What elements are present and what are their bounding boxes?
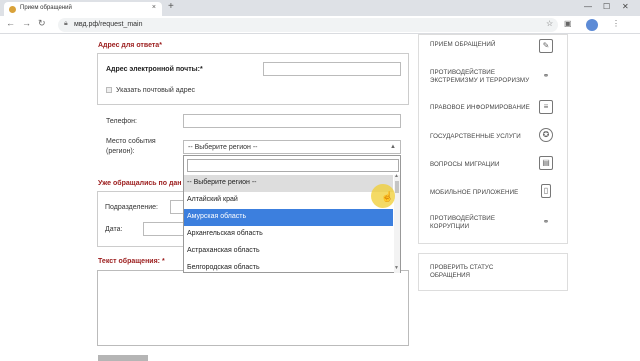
reply-address-title: Адрес для ответа*: [98, 42, 162, 49]
region-option[interactable]: Амурская область: [184, 209, 393, 226]
department-field[interactable]: [170, 200, 184, 214]
back-icon[interactable]: ←: [6, 18, 15, 28]
emblem-icon: ✪: [539, 128, 553, 142]
postal-address-checkbox[interactable]: [106, 87, 112, 93]
region-option[interactable]: Астраханская область: [184, 243, 393, 260]
pen-icon: ✎: [539, 39, 553, 53]
sidebar-item-mobile-app[interactable]: МОБИЛЬНОЕ ПРИЛОЖЕНИЕ ▯: [419, 177, 567, 205]
email-field[interactable]: [263, 62, 401, 76]
hand-cursor-icon: ☝: [381, 192, 394, 203]
handcuffs-icon: ⚭: [542, 217, 550, 226]
new-tab-button[interactable]: +: [168, 1, 174, 12]
request-text-area[interactable]: [97, 270, 409, 346]
browser-toolbar: ← → ↻ 🔒︎ мвд.рф/request_main ☆ ▣ ⋮: [0, 16, 640, 34]
region-search-input[interactable]: [187, 159, 399, 172]
forward-icon[interactable]: →: [22, 18, 31, 28]
region-option[interactable]: -- Выберите регион --: [184, 175, 393, 192]
event-place-label-line-2: (регион):: [106, 148, 135, 155]
sidebar-item-label: ПРАВОВОЕ ИНФОРМИРОВАНИЕ: [430, 104, 530, 111]
menu-icon[interactable]: ⋮: [612, 19, 620, 28]
reply-address-box: [97, 53, 409, 105]
passport-icon: ▤: [539, 156, 553, 170]
scroll-down-icon[interactable]: ▼: [394, 265, 399, 271]
sidebar-item-public-services[interactable]: ГОСУДАРСТВЕННЫЕ УСЛУГИ ✪: [419, 121, 567, 149]
scrollbar-thumb[interactable]: [395, 181, 399, 193]
request-text-title: Текст обращения: *: [98, 258, 165, 265]
email-label: Адрес электронной почты:*: [106, 66, 203, 73]
sidebar-item-extremism[interactable]: ПРОТИВОДЕЙСТВИЕ ЭКСТРЕМИЗМУ И ТЕРРОРИЗМУ…: [419, 63, 567, 91]
phone-icon: ▯: [541, 184, 551, 198]
sidebar-item-label: ПРИЕМ ОБРАЩЕНИЙ: [430, 41, 496, 48]
profile-avatar[interactable]: [586, 19, 598, 31]
check-status-label: ПРОВЕРИТЬ СТАТУС: [430, 264, 494, 271]
bookmark-star-icon[interactable]: ☆: [546, 19, 553, 28]
sidebar-item-label: МОБИЛЬНОЕ ПРИЛОЖЕНИЕ: [430, 189, 519, 196]
sidebar-item-label: ГОСУДАРСТВЕННЫЕ УСЛУГИ: [430, 133, 521, 140]
url-text: мвд.рф/request_main: [74, 21, 143, 28]
browser-tab[interactable]: Прием обращений ×: [4, 2, 162, 16]
submit-button[interactable]: [98, 355, 148, 361]
postal-address-label: Указать почтовый адрес: [116, 87, 195, 94]
date-field[interactable]: [143, 222, 184, 236]
lock-icon: 🔒︎: [64, 20, 68, 27]
region-option[interactable]: Алтайский край: [184, 192, 393, 209]
event-place-label-line-1: Место события: [106, 138, 156, 145]
date-label: Дата:: [105, 226, 123, 233]
chevron-down-icon: ▲: [390, 144, 396, 150]
sidebar-item-label: ПРОТИВОДЕЙСТВИЕ: [430, 69, 496, 76]
sidebar-item-label: ПРОТИВОДЕЙСТВИЕ: [430, 215, 496, 222]
sidebar-item-requests[interactable]: ПРИЕМ ОБРАЩЕНИЙ ✎: [419, 35, 567, 63]
minimize-window-button[interactable]: —: [584, 2, 592, 11]
browser-tab-bar: Прием обращений × + — ☐ ✕: [0, 0, 640, 16]
document-icon: ≡: [539, 100, 553, 114]
sidebar-item-label: ЭКСТРЕМИЗМУ И ТЕРРОРИЗМУ: [430, 77, 530, 84]
sidebar-menu: ПРИЕМ ОБРАЩЕНИЙ ✎ ПРОТИВОДЕЙСТВИЕ ЭКСТРЕ…: [418, 34, 568, 244]
sidebar-item-migration[interactable]: ВОПРОСЫ МИГРАЦИИ ▤: [419, 149, 567, 177]
check-status-button[interactable]: ПРОВЕРИТЬ СТАТУС ОБРАЩЕНИЯ: [418, 253, 568, 291]
maximize-window-button[interactable]: ☐: [603, 2, 610, 11]
close-tab-icon[interactable]: ×: [152, 4, 156, 11]
close-window-button[interactable]: ✕: [622, 2, 629, 11]
sidebar-item-corruption[interactable]: ПРОТИВОДЕЙСТВИЕ КОРРУПЦИИ ⚭: [419, 207, 567, 235]
phone-field[interactable]: [183, 114, 401, 128]
extension-icon[interactable]: ▣: [564, 19, 572, 28]
sidebar-item-legal-info[interactable]: ПРАВОВОЕ ИНФОРМИРОВАНИЕ ≡: [419, 93, 567, 121]
address-bar[interactable]: 🔒︎ мвд.рф/request_main: [58, 18, 558, 32]
phone-label: Телефон:: [106, 118, 137, 125]
tab-title: Прием обращений: [20, 5, 72, 11]
dropdown-scrollbar[interactable]: ▲ ▼: [394, 173, 400, 273]
region-option[interactable]: Белгородская область: [184, 260, 393, 277]
sidebar-item-label: ВОПРОСЫ МИГРАЦИИ: [430, 161, 500, 168]
sidebar-item-label: КОРРУПЦИИ: [430, 223, 470, 230]
reload-icon[interactable]: ↻: [38, 18, 46, 29]
scroll-up-icon[interactable]: ▲: [394, 173, 399, 179]
region-dropdown: -- Выберите регион -- Алтайский край Аму…: [183, 155, 401, 273]
department-label: Подразделение:: [105, 204, 158, 211]
already-applied-title: Уже обращались по дан: [98, 180, 182, 187]
region-select[interactable]: -- Выберите регион -- ▲: [183, 140, 401, 154]
region-option[interactable]: Архангельская область: [184, 226, 393, 243]
handcuffs-icon: ⚭: [542, 71, 550, 80]
site-favicon-icon: [9, 6, 16, 13]
region-select-value: -- Выберите регион --: [188, 144, 258, 151]
check-status-label: ОБРАЩЕНИЯ: [430, 272, 471, 279]
